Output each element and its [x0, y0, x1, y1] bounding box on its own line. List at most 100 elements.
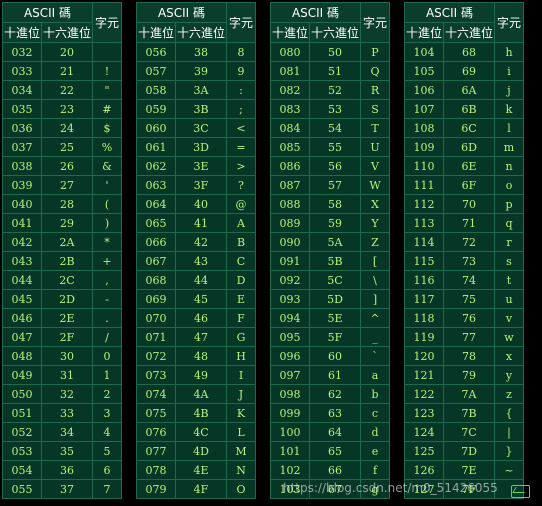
table-row: 078 4E N: [137, 461, 255, 479]
hex-cell: 42: [176, 233, 226, 251]
character-cell: W: [361, 176, 389, 194]
table-row: 114 72 r: [405, 233, 523, 251]
hex-cell: 32: [42, 385, 92, 403]
hex-cell: 34: [42, 423, 92, 441]
character-cell: 8: [227, 43, 255, 61]
table-row: 059 3B;: [137, 100, 255, 118]
hex-cell: 33: [42, 404, 92, 422]
decimal-cell: 081: [271, 62, 309, 80]
character-cell: `: [361, 347, 389, 365]
character-cell: |: [495, 423, 523, 441]
hex-cell: 75: [444, 290, 494, 308]
table-row: 077 4D M: [137, 442, 255, 460]
table-row: 110 6E n: [405, 157, 523, 175]
table-row: 064 40 @: [137, 195, 255, 213]
hex-cell: 3A: [176, 81, 226, 99]
hex-cell: 57: [310, 176, 360, 194]
decimal-cell: 057: [137, 62, 175, 80]
character-cell: o: [495, 176, 523, 194]
character-cell: /: [93, 328, 121, 346]
decimal-cell: 096: [271, 347, 309, 365]
decimal-cell: 074: [137, 385, 175, 403]
character-cell: O: [227, 480, 255, 498]
decimal-cell: 095: [271, 328, 309, 346]
character-cell: r: [495, 233, 523, 251]
header-character: 字元: [361, 3, 389, 42]
hex-cell: 27: [42, 176, 92, 194]
header-ascii-code: ASCII 碼: [405, 3, 494, 22]
table-row: 097 61 a: [271, 366, 389, 384]
character-cell: ?: [227, 176, 255, 194]
table-row: 092 5C \: [271, 271, 389, 289]
hex-cell: 2E: [42, 309, 92, 327]
hex-cell: 77: [444, 328, 494, 346]
decimal-cell: 059: [137, 100, 175, 118]
hex-cell: 28: [42, 195, 92, 213]
decimal-cell: 122: [405, 385, 443, 403]
character-cell: ): [93, 214, 121, 232]
decimal-cell: 089: [271, 214, 309, 232]
table-row: 094 5E ^: [271, 309, 389, 327]
decimal-cell: 085: [271, 138, 309, 156]
character-cell: h: [495, 43, 523, 61]
character-cell: u: [495, 290, 523, 308]
character-cell: .: [93, 309, 121, 327]
watermark-url: https://blog.csdn.net/m0_51426055: [283, 481, 498, 495]
table-row: 049 31 1: [3, 366, 121, 384]
table-row: 033 21!: [3, 62, 121, 80]
hex-cell: 5A: [310, 233, 360, 251]
hex-cell: 4A: [176, 385, 226, 403]
table-row: 116 74 t: [405, 271, 523, 289]
hex-cell: 51: [310, 62, 360, 80]
table-row: 079 4F O: [137, 480, 255, 498]
decimal-cell: 058: [137, 81, 175, 99]
decimal-cell: 038: [3, 157, 41, 175]
decimal-cell: 063: [137, 176, 175, 194]
decimal-cell: 056: [137, 43, 175, 61]
character-cell: p: [495, 195, 523, 213]
decimal-cell: 119: [405, 328, 443, 346]
header-hexadecimal: 十六進位: [310, 23, 360, 42]
table-row: 055 37 7: [3, 480, 121, 498]
hex-cell: 7A: [444, 385, 494, 403]
hex-cell: 46: [176, 309, 226, 327]
decimal-cell: 098: [271, 385, 309, 403]
decimal-cell: 036: [3, 119, 41, 137]
decimal-cell: 037: [3, 138, 41, 156]
hex-cell: 2A: [42, 233, 92, 251]
character-cell: T: [361, 119, 389, 137]
decimal-cell: 088: [271, 195, 309, 213]
character-cell: J: [227, 385, 255, 403]
header-hexadecimal: 十六進位: [176, 23, 226, 42]
table-row: 093 5D]: [271, 290, 389, 308]
hex-cell: 69: [444, 62, 494, 80]
decimal-cell: 094: [271, 309, 309, 327]
decimal-cell: 120: [405, 347, 443, 365]
ascii-table-container: ASCII 碼字元 十進位 十六進位 032 20 033 21! 034 22 " 035 23 #0…: [0, 0, 542, 506]
character-cell: B: [227, 233, 255, 251]
decimal-cell: 121: [405, 366, 443, 384]
hex-cell: 5D: [310, 290, 360, 308]
character-cell: +: [93, 252, 121, 270]
decimal-cell: 097: [271, 366, 309, 384]
table-row: 085 55 U: [271, 138, 389, 156]
hex-cell: 3B: [176, 100, 226, 118]
table-row: 069 45 E: [137, 290, 255, 308]
hex-cell: 6B: [444, 100, 494, 118]
table-row: 113 71 q: [405, 214, 523, 232]
header-ascii-code: ASCII 碼: [137, 3, 226, 22]
decimal-cell: 093: [271, 290, 309, 308]
character-cell: 3: [93, 404, 121, 422]
table-row: 068 44 D: [137, 271, 255, 289]
table-row: 089 59 Y: [271, 214, 389, 232]
decimal-cell: 092: [271, 271, 309, 289]
character-cell: #: [93, 100, 121, 118]
hex-cell: 5E: [310, 309, 360, 327]
decimal-cell: 040: [3, 195, 41, 213]
character-cell: C: [227, 252, 255, 270]
decimal-cell: 116: [405, 271, 443, 289]
table-row: 105 69 i: [405, 62, 523, 80]
hex-cell: 55: [310, 138, 360, 156]
character-cell: [: [361, 252, 389, 270]
decimal-cell: 041: [3, 214, 41, 232]
